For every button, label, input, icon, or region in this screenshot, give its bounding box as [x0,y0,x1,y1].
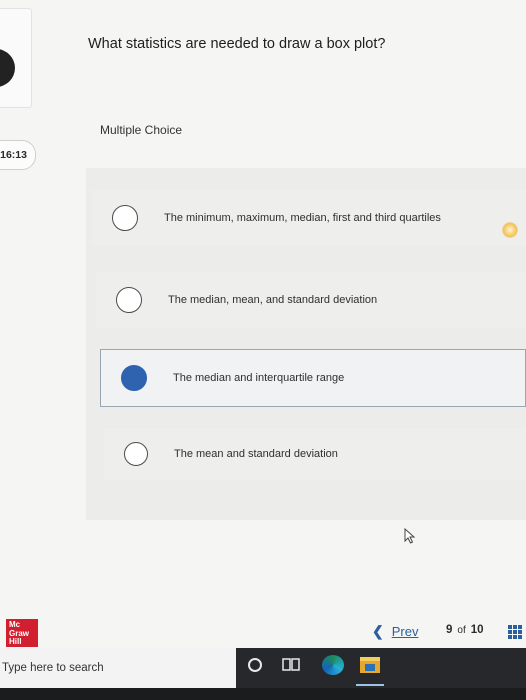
page-counter: 9 of 10 [446,624,484,636]
section-label: Multiple Choice [100,123,183,137]
panel-indicator-icon [0,49,15,87]
bottom-bezel [0,688,526,700]
current-page: 9 [446,624,453,636]
cortana-icon[interactable] [248,658,262,672]
prev-button[interactable]: ❮ Prev [372,623,418,640]
question-card: What statistics are needed to draw a box… [32,0,526,108]
left-partial-panel [0,8,32,108]
grid-menu-icon[interactable] [508,625,522,639]
choice-label: The median, mean, and standard deviation [168,294,378,306]
choice-label: The minimum, maximum, median, first and … [164,212,441,224]
choice-label: The median and interquartile range [173,372,345,384]
radio-button[interactable] [124,442,148,466]
choice-option-1[interactable]: The minimum, maximum, median, first and … [92,190,526,246]
file-explorer-icon[interactable] [360,657,380,673]
task-view-icon[interactable] [282,657,300,673]
radio-button-selected[interactable] [121,365,147,391]
choice-option-4[interactable]: The mean and standard deviation [104,428,526,480]
mouse-cursor-icon [404,528,416,544]
chevron-left-icon: ❮ [372,623,384,639]
edge-browser-icon[interactable] [322,655,344,675]
mcgraw-hill-logo: Mc Graw Hill [6,619,38,647]
quiz-page: What statistics are needed to draw a box… [0,0,526,700]
question-text: What statistics are needed to draw a box… [88,36,386,52]
radio-button[interactable] [116,287,142,313]
choice-option-3-selected[interactable]: The median and interquartile range [100,349,526,407]
active-app-indicator [356,684,384,686]
choice-label: The mean and standard deviation [174,448,338,460]
choice-option-2[interactable]: The median, mean, and standard deviation [96,272,526,328]
of-label: of [457,625,466,636]
timer-badge: 0:16:13 [0,140,36,170]
prev-label: Prev [391,624,419,639]
radio-button[interactable] [112,205,138,231]
total-pages: 10 [470,624,484,636]
glare-spot [502,222,518,238]
taskbar-search-input[interactable]: Type here to search [0,648,236,688]
